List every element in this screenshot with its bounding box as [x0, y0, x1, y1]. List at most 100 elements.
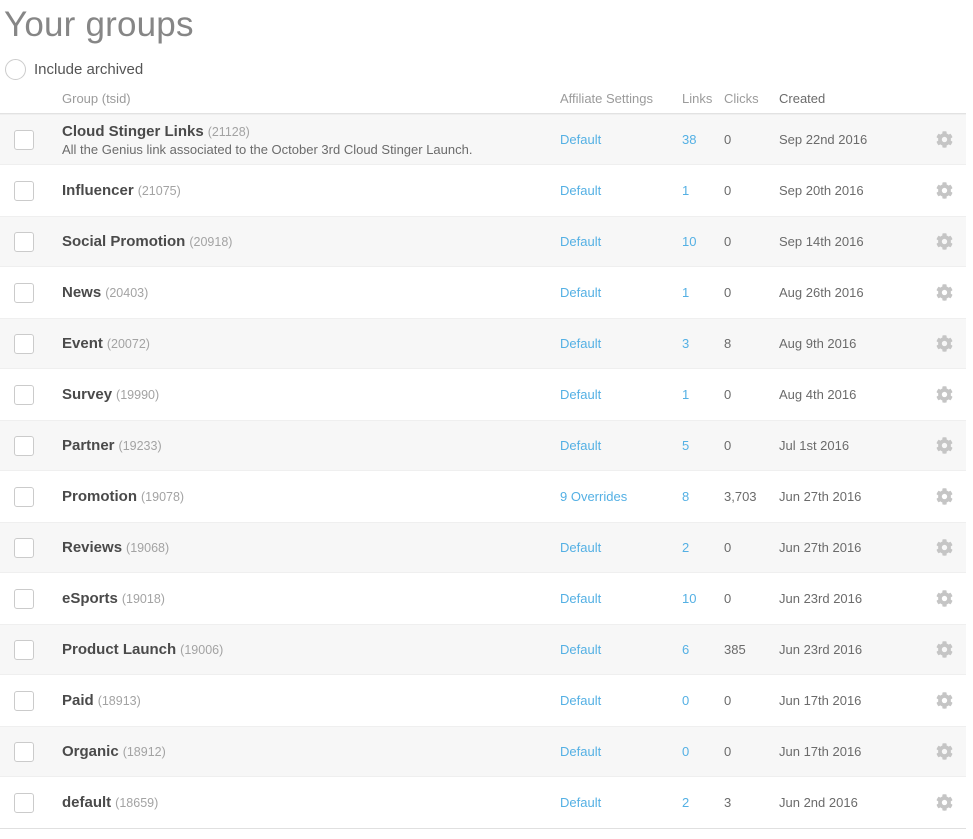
- affiliate-settings-cell: Default: [560, 132, 682, 147]
- affiliate-settings-link[interactable]: Default: [560, 744, 601, 759]
- gear-icon[interactable]: [936, 794, 953, 811]
- links-count-link[interactable]: 1: [682, 387, 689, 402]
- group-tsid: (20403): [105, 286, 148, 300]
- group-name[interactable]: Reviews: [62, 539, 122, 556]
- group-name[interactable]: Survey: [62, 386, 112, 403]
- group-tsid: (18659): [115, 796, 158, 810]
- group-name[interactable]: Paid: [62, 692, 94, 709]
- affiliate-settings-link[interactable]: Default: [560, 387, 601, 402]
- gear-icon[interactable]: [936, 386, 953, 403]
- gear-icon[interactable]: [936, 692, 953, 709]
- created-date: Aug 4th 2016: [779, 387, 936, 402]
- affiliate-settings-link[interactable]: Default: [560, 591, 601, 606]
- affiliate-settings-link[interactable]: Default: [560, 540, 601, 555]
- table-row: Influencer(21075) Default 1 0 Sep 20th 2…: [0, 165, 966, 216]
- clicks-count: 3,703: [724, 489, 779, 504]
- row-checkbox[interactable]: [14, 691, 34, 711]
- created-date: Sep 22nd 2016: [779, 132, 936, 147]
- row-checkbox[interactable]: [14, 793, 34, 813]
- gear-icon[interactable]: [936, 488, 953, 505]
- affiliate-settings-link[interactable]: Default: [560, 336, 601, 351]
- group-tsid: (19068): [126, 541, 169, 555]
- links-count-link[interactable]: 1: [682, 183, 689, 198]
- include-archived-radio[interactable]: [5, 59, 26, 80]
- row-checkbox[interactable]: [14, 283, 34, 303]
- gear-icon[interactable]: [936, 539, 953, 556]
- affiliate-settings-link[interactable]: Default: [560, 183, 601, 198]
- row-checkbox[interactable]: [14, 181, 34, 201]
- links-count-link[interactable]: 10: [682, 234, 696, 249]
- group-cell: Product Launch(19006): [48, 641, 560, 658]
- affiliate-settings-link[interactable]: Default: [560, 438, 601, 453]
- group-name[interactable]: Influencer: [62, 182, 134, 199]
- group-name[interactable]: Product Launch: [62, 641, 176, 658]
- row-actions-cell: [936, 131, 966, 148]
- row-checkbox-cell: [0, 742, 48, 762]
- row-checkbox[interactable]: [14, 589, 34, 609]
- links-count-link[interactable]: 3: [682, 336, 689, 351]
- affiliate-settings-cell: Default: [560, 387, 682, 402]
- gear-icon[interactable]: [936, 743, 953, 760]
- group-name[interactable]: News: [62, 284, 101, 301]
- gear-icon[interactable]: [936, 590, 953, 607]
- gear-icon[interactable]: [936, 182, 953, 199]
- group-name[interactable]: eSports: [62, 590, 118, 607]
- links-count-link[interactable]: 2: [682, 795, 689, 810]
- group-name[interactable]: Cloud Stinger Links: [62, 123, 204, 140]
- links-count-link[interactable]: 2: [682, 540, 689, 555]
- links-count-link[interactable]: 6: [682, 642, 689, 657]
- affiliate-settings-link[interactable]: Default: [560, 285, 601, 300]
- row-checkbox-cell: [0, 334, 48, 354]
- group-name[interactable]: Event: [62, 335, 103, 352]
- affiliate-settings-link[interactable]: Default: [560, 234, 601, 249]
- groups-table: Group (tsid) Affiliate Settings Links Cl…: [0, 88, 966, 829]
- affiliate-settings-link[interactable]: Default: [560, 795, 601, 810]
- group-cell: Promotion(19078): [48, 488, 560, 505]
- links-cell: 2: [682, 795, 724, 810]
- links-count-link[interactable]: 8: [682, 489, 689, 504]
- affiliate-settings-cell: Default: [560, 795, 682, 810]
- include-archived-toggle[interactable]: Include archived: [5, 59, 973, 80]
- affiliate-settings-link[interactable]: 9 Overrides: [560, 489, 627, 504]
- gear-icon[interactable]: [936, 437, 953, 454]
- group-title-line: Product Launch(19006): [62, 641, 560, 658]
- row-actions-cell: [936, 182, 966, 199]
- gear-icon[interactable]: [936, 284, 953, 301]
- row-checkbox[interactable]: [14, 130, 34, 150]
- row-checkbox-cell: [0, 487, 48, 507]
- affiliate-settings-link[interactable]: Default: [560, 693, 601, 708]
- links-count-link[interactable]: 0: [682, 744, 689, 759]
- gear-icon[interactable]: [936, 335, 953, 352]
- group-name[interactable]: Social Promotion: [62, 233, 185, 250]
- row-checkbox[interactable]: [14, 334, 34, 354]
- row-checkbox[interactable]: [14, 487, 34, 507]
- links-count-link[interactable]: 10: [682, 591, 696, 606]
- group-description: All the Genius link associated to the Oc…: [62, 142, 560, 157]
- row-checkbox[interactable]: [14, 640, 34, 660]
- links-cell: 1: [682, 183, 724, 198]
- row-checkbox[interactable]: [14, 742, 34, 762]
- group-cell: News (20403): [48, 284, 560, 301]
- group-name[interactable]: Partner: [62, 437, 115, 454]
- affiliate-settings-link[interactable]: Default: [560, 642, 601, 657]
- links-cell: 2: [682, 540, 724, 555]
- row-checkbox-cell: [0, 283, 48, 303]
- links-count-link[interactable]: 5: [682, 438, 689, 453]
- row-checkbox[interactable]: [14, 232, 34, 252]
- gear-icon[interactable]: [936, 641, 953, 658]
- gear-icon[interactable]: [936, 131, 953, 148]
- links-count-link[interactable]: 38: [682, 132, 696, 147]
- group-title-line: Partner(19233): [62, 437, 560, 454]
- affiliate-settings-cell: Default: [560, 336, 682, 351]
- row-checkbox[interactable]: [14, 436, 34, 456]
- gear-icon[interactable]: [936, 233, 953, 250]
- links-count-link[interactable]: 1: [682, 285, 689, 300]
- group-name[interactable]: default: [62, 794, 111, 811]
- group-cell: default (18659): [48, 794, 560, 811]
- row-checkbox[interactable]: [14, 385, 34, 405]
- row-checkbox[interactable]: [14, 538, 34, 558]
- affiliate-settings-link[interactable]: Default: [560, 132, 601, 147]
- group-name[interactable]: Promotion: [62, 488, 137, 505]
- group-name[interactable]: Organic: [62, 743, 119, 760]
- links-count-link[interactable]: 0: [682, 693, 689, 708]
